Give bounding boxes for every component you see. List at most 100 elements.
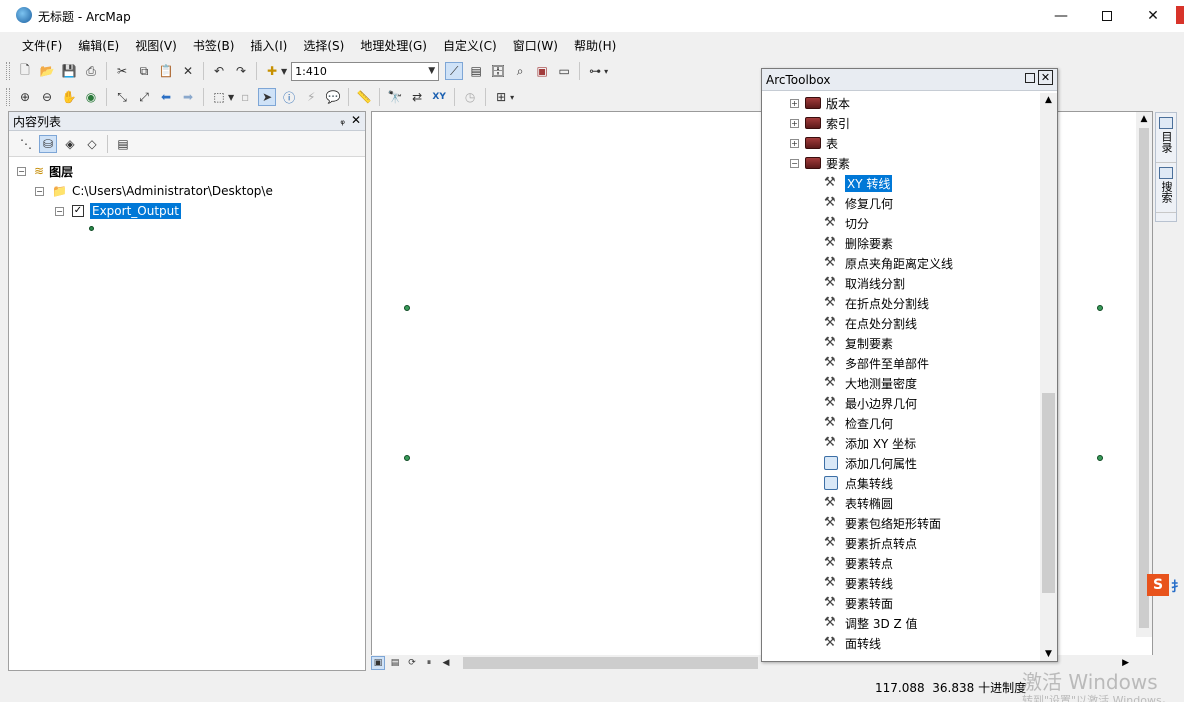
- scroll-up-icon[interactable]: ▲: [1136, 114, 1152, 124]
- menu-geoprocessing[interactable]: 地理处理(G): [352, 37, 435, 54]
- toc-options-icon[interactable]: ▤: [114, 135, 132, 153]
- select-features-icon[interactable]: ⬚: [210, 88, 228, 106]
- collapse-icon[interactable]: −: [35, 186, 44, 196]
- back-icon[interactable]: ⬅: [157, 88, 175, 106]
- tool-item[interactable]: ⚒ 大地测量密度: [762, 373, 1040, 393]
- pin-icon[interactable]: ᵩ: [340, 114, 345, 127]
- tool-item[interactable]: ⚒ 在折点处分割线: [762, 293, 1040, 313]
- fixed-zoom-in-icon[interactable]: ⤡: [113, 88, 131, 106]
- tool-item[interactable]: ⚒ 面转线: [762, 633, 1040, 653]
- tool-item[interactable]: ⚒ XY 转线: [762, 173, 1040, 193]
- toolbar-options-icon[interactable]: ▾: [510, 93, 514, 102]
- collapse-icon[interactable]: −: [790, 158, 799, 168]
- undo-icon[interactable]: ↶: [210, 62, 228, 80]
- tool-item[interactable]: 点集转线: [762, 473, 1040, 493]
- horizontal-scroll-thumb[interactable]: [463, 657, 758, 669]
- tree-row-folder[interactable]: − 📁 C:\Users\Administrator\Desktop\e: [9, 181, 365, 201]
- tool-item[interactable]: ⚒ 修复几何: [762, 193, 1040, 213]
- editor-toolbar-icon[interactable]: ⟋: [445, 62, 464, 80]
- clear-selection-icon[interactable]: ▫: [236, 88, 254, 106]
- fixed-zoom-out-icon[interactable]: ⤢: [135, 88, 153, 106]
- layout-view-icon[interactable]: ▤: [388, 656, 402, 670]
- tool-item[interactable]: ⚒ 原点夹角距离定义线: [762, 253, 1040, 273]
- toolset-row[interactable]: + 表: [762, 133, 1040, 153]
- tool-item[interactable]: ⚒ 要素转线: [762, 573, 1040, 593]
- paste-icon[interactable]: 📋: [157, 62, 175, 80]
- list-by-selection-icon[interactable]: ◇: [83, 135, 101, 153]
- menu-help[interactable]: 帮助(H): [566, 37, 624, 54]
- scroll-up-icon[interactable]: ▲: [1040, 95, 1057, 105]
- toolbar-grip[interactable]: [6, 88, 10, 106]
- layer-visibility-checkbox[interactable]: ✓: [72, 205, 84, 217]
- expand-icon[interactable]: +: [790, 138, 799, 148]
- modelbuilder-icon[interactable]: ⊶: [586, 62, 604, 80]
- search-window-icon[interactable]: ⌕: [511, 62, 529, 80]
- map-point[interactable]: [1097, 305, 1103, 311]
- select-elements-icon[interactable]: ➤: [258, 88, 277, 106]
- print-icon[interactable]: ⎙: [82, 62, 100, 80]
- tool-item[interactable]: ⚒ 检查几何: [762, 413, 1040, 433]
- dock-tab-catalog[interactable]: 目录: [1156, 113, 1176, 163]
- tool-item[interactable]: ⚒ 表转椭圆: [762, 493, 1040, 513]
- pan-icon[interactable]: ✋: [60, 88, 78, 106]
- app-tray-icon[interactable]: S: [1147, 574, 1169, 596]
- menu-selection[interactable]: 选择(S): [295, 37, 352, 54]
- list-by-visibility-icon[interactable]: ◈: [61, 135, 79, 153]
- copy-icon[interactable]: ⧉: [135, 62, 153, 80]
- scroll-thumb[interactable]: [1139, 128, 1149, 628]
- tool-item[interactable]: ⚒ 调整 3D Z 值: [762, 613, 1040, 633]
- map-point[interactable]: [404, 455, 410, 461]
- data-view-icon[interactable]: ▣: [371, 656, 385, 670]
- collapse-icon[interactable]: −: [55, 206, 64, 216]
- collapse-icon[interactable]: −: [17, 166, 26, 176]
- refresh-icon[interactable]: ⟳: [405, 656, 419, 670]
- tool-item[interactable]: ⚒ 要素转点: [762, 553, 1040, 573]
- find-icon[interactable]: 🔭: [386, 88, 404, 106]
- pause-drawing-icon[interactable]: ⏸: [422, 656, 436, 670]
- python-window-icon[interactable]: ▭: [555, 62, 573, 80]
- tool-item[interactable]: ⚒ 删除要素: [762, 233, 1040, 253]
- map-scale-select[interactable]: 1:410 ▼: [291, 61, 440, 81]
- tool-item[interactable]: ⚒ 最小边界几何: [762, 393, 1040, 413]
- maximize-button[interactable]: [1084, 0, 1130, 32]
- scroll-thumb[interactable]: [1042, 393, 1055, 593]
- time-slider-icon[interactable]: ◷: [461, 88, 479, 106]
- expand-icon[interactable]: +: [790, 118, 799, 128]
- tool-item[interactable]: ⚒ 添加 XY 坐标: [762, 433, 1040, 453]
- zoom-out-icon[interactable]: ⊖: [38, 88, 56, 106]
- add-data-dropdown-icon[interactable]: ▼: [281, 67, 287, 76]
- tool-item[interactable]: ⚒ 取消线分割: [762, 273, 1040, 293]
- list-by-drawing-order-icon[interactable]: ⋱: [17, 135, 35, 153]
- menu-view[interactable]: 视图(V): [127, 37, 185, 54]
- select-dropdown-icon[interactable]: ▼: [228, 93, 234, 102]
- viewer-window-icon[interactable]: ⊞: [492, 88, 510, 106]
- tool-item[interactable]: ⚒ 要素折点转点: [762, 533, 1040, 553]
- toolbox-scrollbar[interactable]: ▲ ▼: [1040, 93, 1057, 661]
- menu-windows[interactable]: 窗口(W): [505, 37, 566, 54]
- close-icon[interactable]: ✕: [1038, 70, 1053, 85]
- list-by-source-icon[interactable]: ⛁: [39, 134, 57, 153]
- toolbar-options-icon[interactable]: ▾: [604, 67, 608, 76]
- arctoolbox-header[interactable]: ArcToolbox ✕: [762, 69, 1057, 91]
- menu-insert[interactable]: 插入(I): [242, 37, 295, 54]
- tree-row-layers[interactable]: − ≋ 图层: [9, 161, 365, 181]
- scroll-down-icon[interactable]: ▼: [1040, 649, 1057, 659]
- toolset-row[interactable]: − 要素: [762, 153, 1040, 173]
- tool-item[interactable]: ⚒ 要素包络矩形转面: [762, 513, 1040, 533]
- menu-edit[interactable]: 编辑(E): [70, 37, 127, 54]
- menu-customize[interactable]: 自定义(C): [435, 37, 505, 54]
- menu-bookmarks[interactable]: 书签(B): [185, 37, 243, 54]
- map-point[interactable]: [404, 305, 410, 311]
- redo-icon[interactable]: ↷: [232, 62, 250, 80]
- tool-item[interactable]: 添加几何属性: [762, 453, 1040, 473]
- toolset-row[interactable]: + 索引: [762, 113, 1040, 133]
- tool-item[interactable]: ⚒ 切分: [762, 213, 1040, 233]
- tool-item[interactable]: ⚒ 复制要素: [762, 333, 1040, 353]
- identify-icon[interactable]: ⓘ: [280, 88, 298, 106]
- html-popup-icon[interactable]: 💬: [324, 88, 342, 106]
- maximize-icon[interactable]: [1025, 73, 1035, 83]
- forward-icon[interactable]: ➡: [179, 88, 197, 106]
- tool-item[interactable]: ⚒ 要素转面: [762, 593, 1040, 613]
- go-to-xy-icon[interactable]: XY: [430, 88, 448, 106]
- full-extent-icon[interactable]: ◉: [82, 88, 100, 106]
